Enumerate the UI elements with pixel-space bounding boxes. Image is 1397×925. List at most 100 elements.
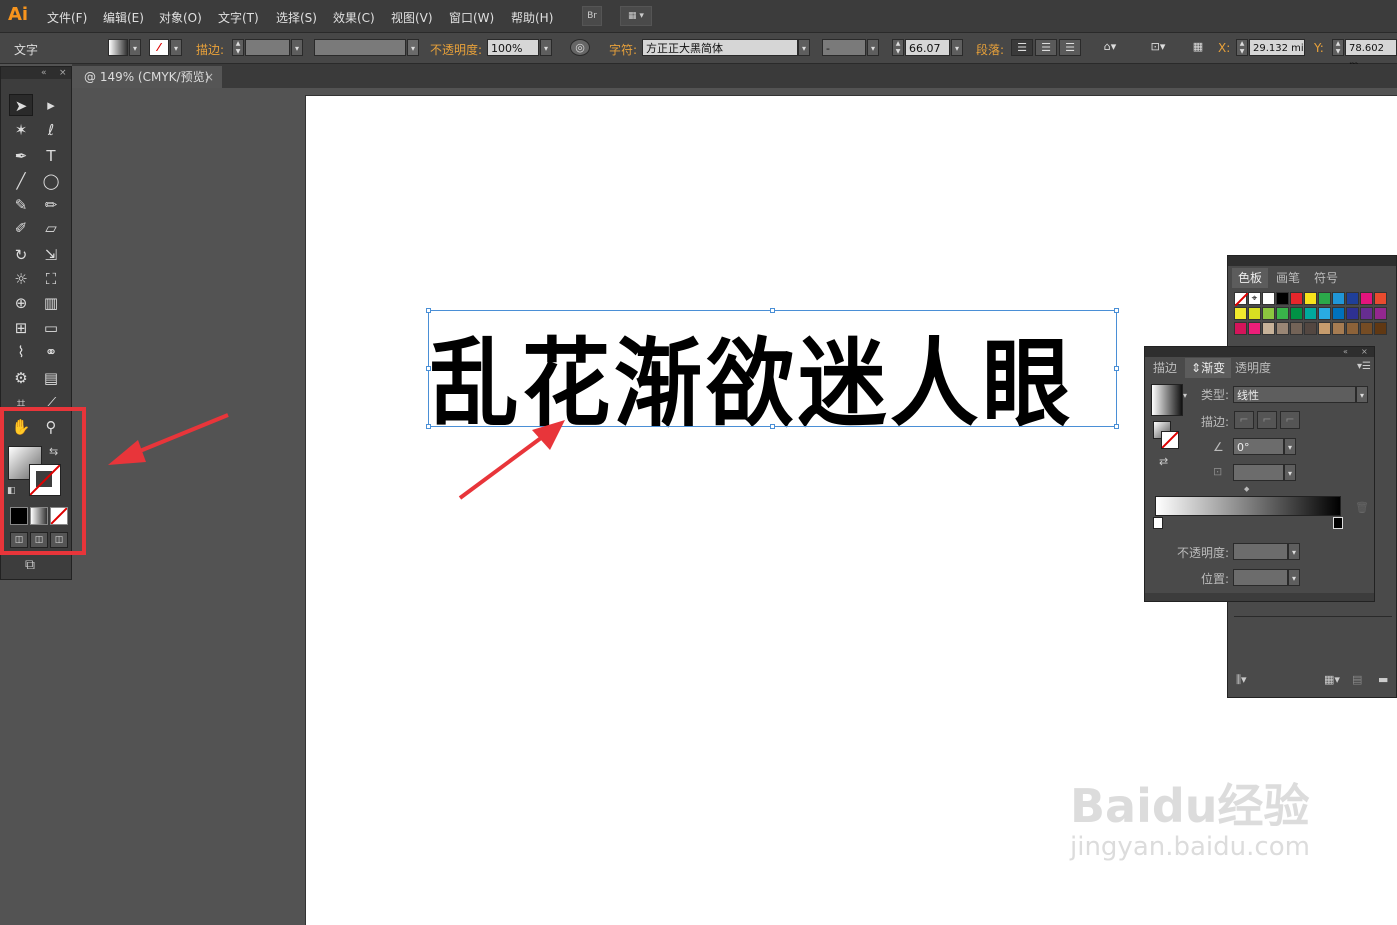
gradient-stop-left[interactable] (1153, 517, 1163, 529)
slice-tool-icon[interactable]: ⟋ (39, 392, 63, 406)
color-swatch[interactable] (1346, 292, 1359, 305)
toolbox-header[interactable]: « × (1, 67, 71, 79)
color-swatch[interactable] (1374, 322, 1387, 335)
gradient-close-icon[interactable]: × (1361, 347, 1368, 357)
color-swatch[interactable] (1360, 322, 1373, 335)
color-swatch[interactable] (1262, 292, 1275, 305)
magic-wand-tool-icon[interactable]: ✶ (9, 119, 33, 141)
symbol-sprayer-tool-icon[interactable]: ⚙ (9, 367, 33, 389)
pencil-tool-icon[interactable]: ✏ (39, 194, 63, 216)
artboard-tool-icon[interactable]: ⌗ (9, 392, 33, 406)
color-swatch[interactable] (1360, 292, 1373, 305)
warp-tool-icon[interactable]: ☼ (9, 268, 33, 290)
angle-dropdown[interactable]: ▾ (1284, 438, 1296, 455)
tab-brushes[interactable]: 画笔 (1270, 268, 1306, 288)
collapse-icon[interactable]: « (41, 67, 47, 79)
gradient-collapse-icon[interactable]: « (1343, 347, 1348, 357)
gradient-panel-header[interactable]: « × (1145, 347, 1374, 357)
tab-stroke[interactable]: 描边 (1147, 358, 1183, 378)
color-swatch[interactable] (1276, 307, 1289, 320)
color-swatch[interactable] (1248, 307, 1261, 320)
tab-transparency[interactable]: 透明度 (1229, 358, 1277, 378)
color-swatch[interactable] (1290, 292, 1303, 305)
color-swatch[interactable] (1262, 307, 1275, 320)
gradient-slider[interactable] (1155, 496, 1341, 516)
stroke-gradient-along-icon[interactable]: ⌐ (1257, 411, 1277, 429)
stop-location-dropdown[interactable]: ▾ (1288, 569, 1300, 586)
aspect-ratio-field[interactable] (1233, 464, 1284, 481)
selection-tool-icon[interactable]: ➤ (9, 94, 33, 116)
blob-brush-tool-icon[interactable]: ✐ (9, 217, 33, 239)
gradient-midpoint-marker[interactable]: ◆ (1244, 485, 1249, 493)
perspective-grid-tool-icon[interactable]: ▥ (39, 292, 63, 314)
color-swatch[interactable] (1332, 307, 1345, 320)
stop-location-field[interactable] (1233, 569, 1288, 586)
gradient-tool-icon[interactable]: ▭ (39, 317, 63, 339)
color-swatch[interactable] (1318, 292, 1331, 305)
gradient-type-dropdown[interactable]: ▾ (1356, 386, 1368, 403)
free-transform-tool-icon[interactable]: ⛶ (39, 268, 63, 290)
gradient-type-field[interactable]: 线性 (1233, 386, 1356, 403)
aspect-ratio-dropdown[interactable]: ▾ (1284, 464, 1296, 481)
color-swatch[interactable] (1304, 322, 1317, 335)
color-swatch[interactable] (1374, 292, 1387, 305)
reverse-gradient-icon[interactable]: ⇄ (1159, 455, 1168, 468)
angle-field[interactable]: 0° (1233, 438, 1284, 455)
color-swatch[interactable] (1374, 307, 1387, 320)
eyedropper-tool-icon[interactable]: ⌇ (9, 341, 33, 363)
gradient-preview-dropdown-icon[interactable]: ▾ (1183, 391, 1187, 400)
panel-menu-icon[interactable]: ▾☰ (1357, 361, 1371, 372)
gradient-stroke-icon[interactable] (1161, 431, 1179, 449)
color-swatch[interactable] (1234, 292, 1249, 307)
color-swatch[interactable] (1304, 307, 1317, 320)
screen-mode-icon[interactable]: ⧉ (25, 557, 35, 573)
color-swatch[interactable] (1290, 307, 1303, 320)
tab-symbols[interactable]: 符号 (1308, 268, 1344, 288)
gradient-stop-right[interactable] (1333, 517, 1343, 529)
type-tool-icon[interactable]: T (39, 145, 63, 167)
stop-opacity-field[interactable] (1233, 543, 1288, 560)
paintbrush-tool-icon[interactable]: ✎ (9, 194, 33, 216)
show-swatch-kinds-icon[interactable]: ▦▾ (1324, 673, 1340, 686)
stop-opacity-dropdown[interactable]: ▾ (1288, 543, 1300, 560)
swatch-grid[interactable]: ⌖ (1234, 292, 1394, 344)
color-swatch[interactable] (1346, 322, 1359, 335)
tab-swatches[interactable]: 色板 (1232, 268, 1269, 288)
delete-stop-icon[interactable]: 🗑 (1355, 501, 1369, 514)
color-swatch[interactable] (1248, 322, 1261, 335)
color-swatch[interactable] (1276, 292, 1289, 305)
color-swatch[interactable] (1332, 322, 1345, 335)
new-color-group-icon[interactable]: ▬ (1378, 673, 1388, 686)
rotate-tool-icon[interactable]: ↻ (9, 244, 33, 266)
pen-tool-icon[interactable]: ✒ (9, 145, 33, 167)
stroke-gradient-across-icon[interactable]: ⌐ (1280, 411, 1300, 429)
color-swatch[interactable] (1234, 322, 1247, 335)
color-swatch[interactable] (1318, 322, 1331, 335)
gradient-preview-swatch[interactable] (1151, 384, 1183, 416)
color-swatch[interactable] (1318, 307, 1331, 320)
scale-tool-icon[interactable]: ⇲ (39, 244, 63, 266)
direct-selection-tool-icon[interactable]: ▸ (39, 94, 63, 116)
color-swatch[interactable] (1262, 322, 1275, 335)
gradient-panel-resize-bar[interactable] (1145, 593, 1374, 601)
color-swatch[interactable] (1290, 322, 1303, 335)
mesh-tool-icon[interactable]: ⊞ (9, 317, 33, 339)
stroke-gradient-within-icon[interactable]: ⌐ (1234, 411, 1254, 429)
color-swatch[interactable] (1332, 292, 1345, 305)
eraser-tool-icon[interactable]: ▱ (39, 217, 63, 239)
color-swatch[interactable] (1276, 322, 1289, 335)
color-swatch[interactable] (1234, 307, 1247, 320)
tab-gradient[interactable]: ⇕渐变 (1185, 358, 1232, 378)
ellipse-tool-icon[interactable]: ◯ (39, 170, 63, 192)
swatches-panel-header[interactable] (1228, 256, 1396, 266)
swatch-options-icon[interactable]: ▤ (1352, 673, 1362, 686)
toolbox-close-icon[interactable]: × (59, 67, 67, 79)
line-tool-icon[interactable]: ╱ (9, 170, 33, 192)
color-swatch[interactable] (1360, 307, 1373, 320)
lasso-tool-icon[interactable]: ℓ (39, 119, 63, 141)
color-swatch[interactable]: ⌖ (1248, 292, 1261, 305)
shape-builder-tool-icon[interactable]: ⊕ (9, 292, 33, 314)
swatch-libraries-icon[interactable]: ⫼▾ (1236, 673, 1247, 687)
color-swatch[interactable] (1346, 307, 1359, 320)
color-swatch[interactable] (1304, 292, 1317, 305)
